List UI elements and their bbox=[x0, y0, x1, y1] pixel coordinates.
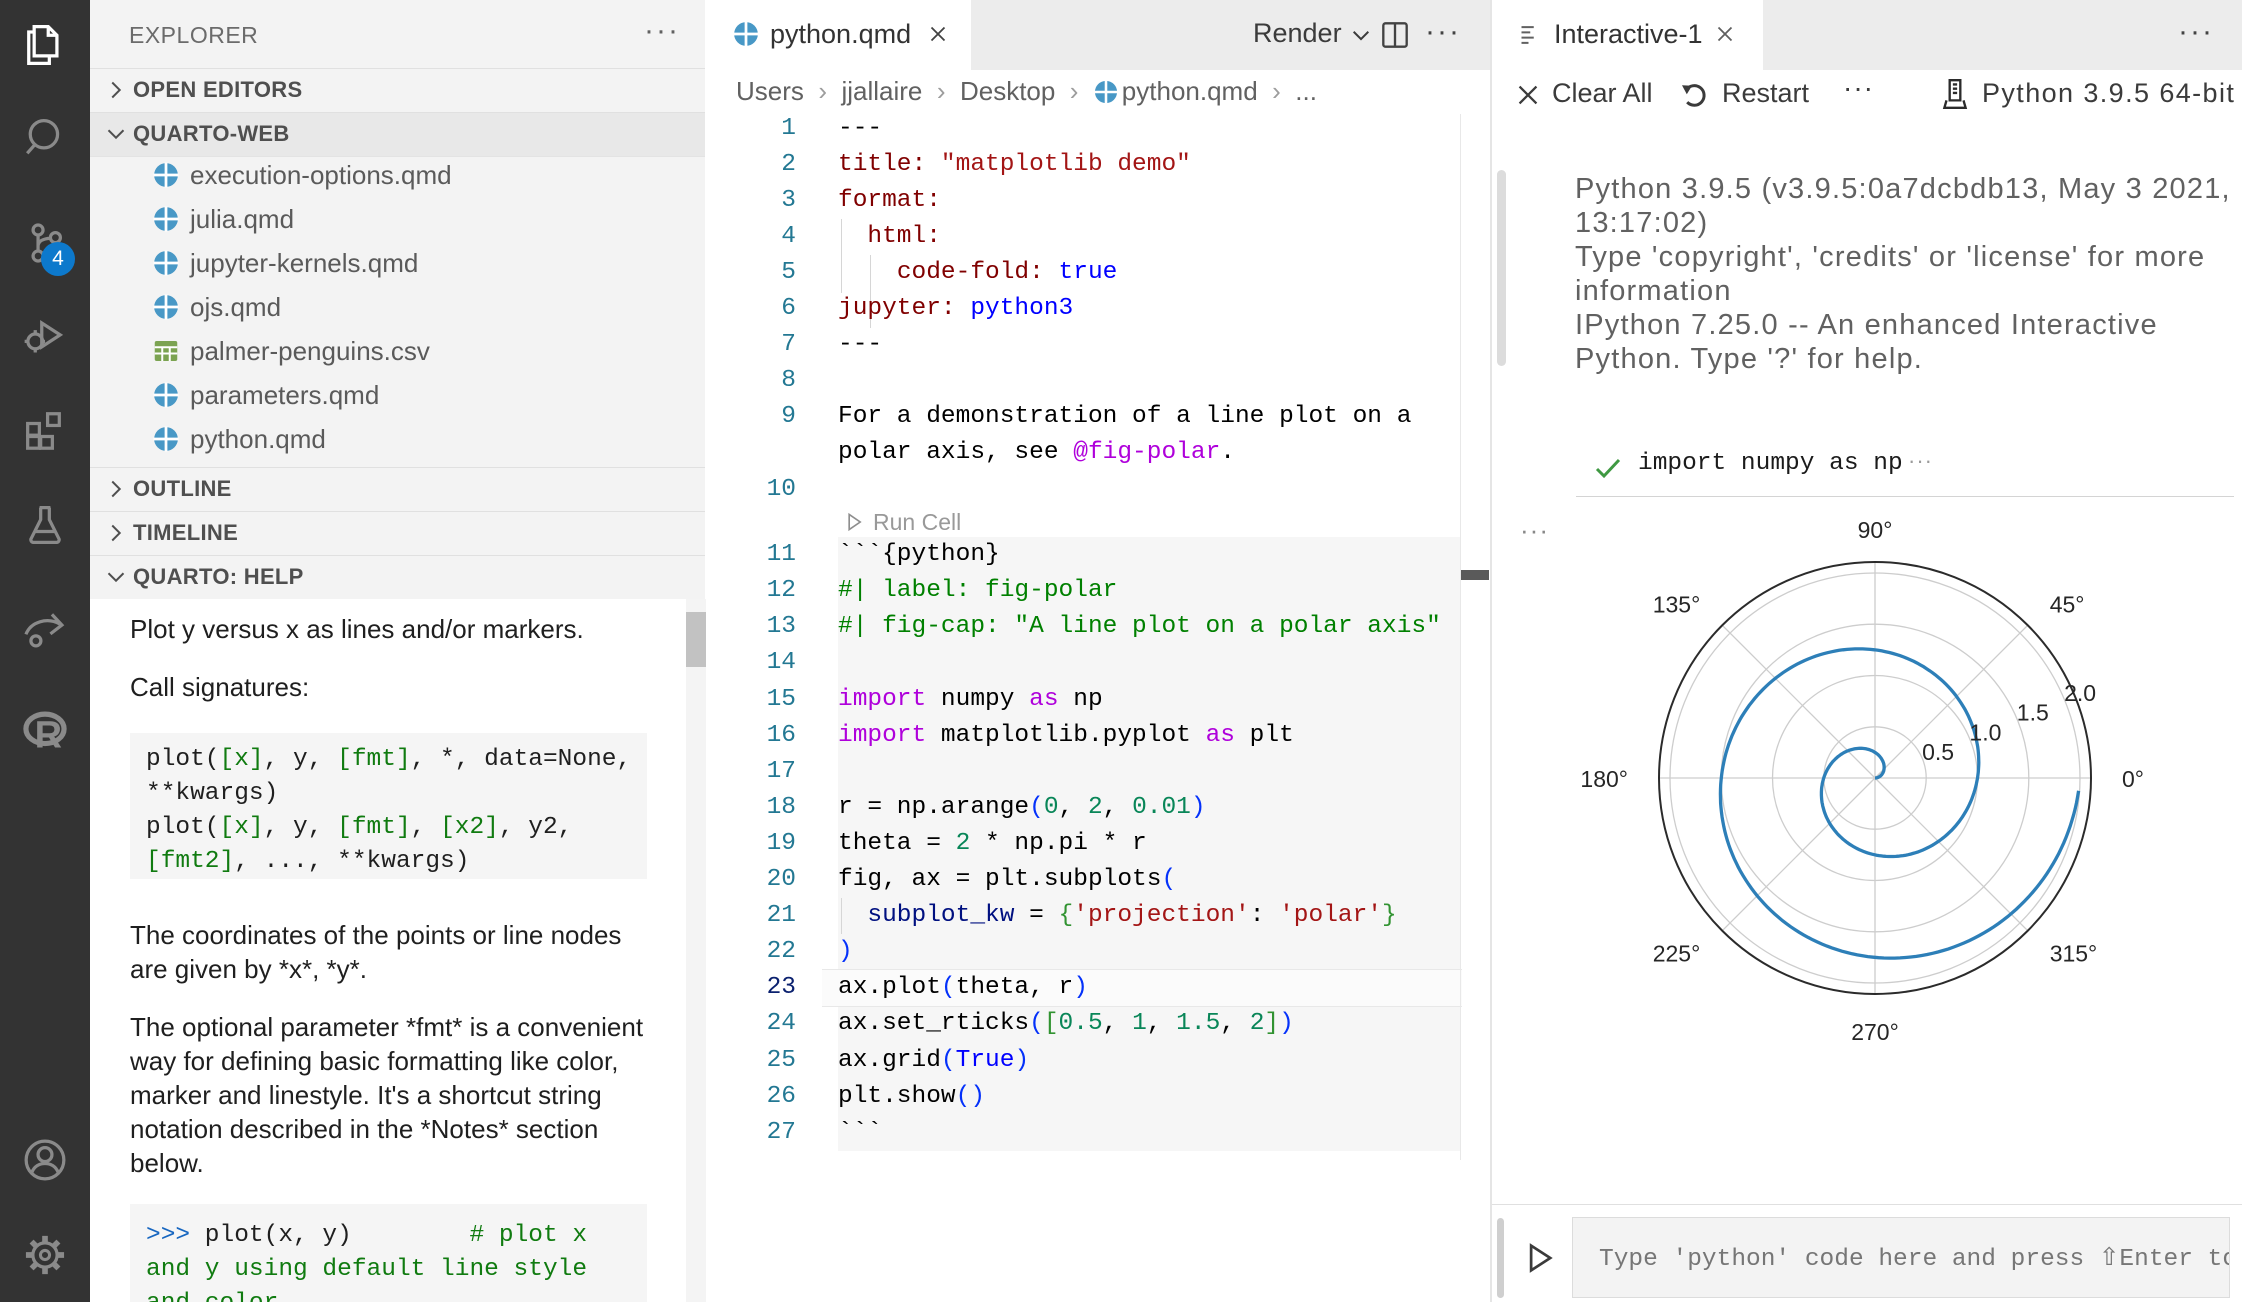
svg-text:2.0: 2.0 bbox=[2064, 680, 2096, 706]
svg-text:90°: 90° bbox=[1858, 517, 1893, 543]
svg-text:R: R bbox=[35, 714, 62, 756]
svg-text:180°: 180° bbox=[1580, 766, 1628, 792]
svg-text:270°: 270° bbox=[1851, 1019, 1899, 1045]
svg-text:0°: 0° bbox=[2122, 766, 2144, 792]
svg-text:315°: 315° bbox=[2050, 941, 2098, 967]
svg-text:225°: 225° bbox=[1653, 941, 1701, 967]
svg-text:0.5: 0.5 bbox=[1922, 739, 1954, 765]
svg-text:135°: 135° bbox=[1653, 591, 1701, 617]
svg-text:1.5: 1.5 bbox=[2017, 700, 2049, 726]
svg-text:1.0: 1.0 bbox=[1969, 719, 2001, 745]
svg-text:45°: 45° bbox=[2050, 591, 2085, 617]
